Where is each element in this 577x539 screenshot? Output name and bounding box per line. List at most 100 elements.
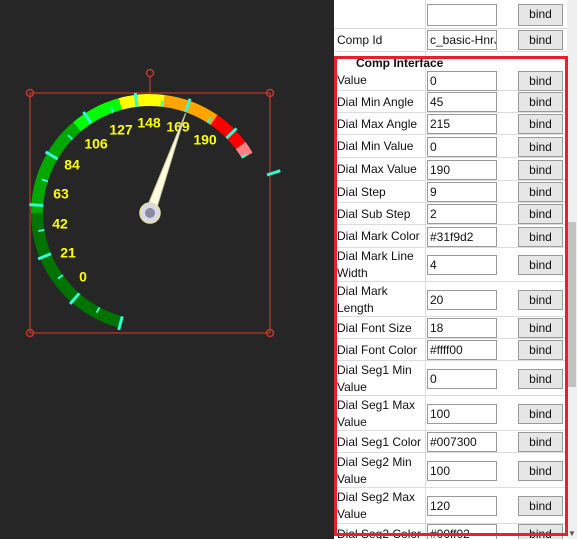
- property-label: Dial Min Angle: [337, 94, 414, 109]
- property-value-field[interactable]: 20: [427, 290, 497, 310]
- property-value-field[interactable]: 215: [427, 114, 497, 134]
- bind-button[interactable]: bind: [518, 92, 563, 112]
- property-row: Dial Font Size 18 bind: [334, 317, 577, 339]
- bind-button[interactable]: bind: [518, 204, 563, 224]
- property-row: Dial Mark Line Width 4 bind: [334, 248, 577, 282]
- gauge-tick-mark: [133, 92, 139, 107]
- property-label: Comp Id: [337, 33, 383, 47]
- property-label: Value: [337, 73, 367, 87]
- bind-button[interactable]: bind: [518, 340, 563, 360]
- property-value-field[interactable]: 2: [427, 204, 497, 224]
- gauge-tick-mark: [266, 169, 281, 177]
- bind-button[interactable]: bind: [518, 432, 563, 452]
- property-row: Dial Sub Step 2 bind: [334, 203, 577, 225]
- property-row: Dial Seg2 Min Value 100 bind: [334, 453, 577, 488]
- gauge-segment: [210, 115, 246, 150]
- bind-button[interactable]: bind: [518, 524, 563, 539]
- property-row-top: bind: [334, 0, 577, 29]
- property-label: Dial Font Size: [337, 320, 412, 335]
- dial-gauge[interactable]: 021426384106127 148 169190: [0, 0, 334, 539]
- property-label: Dial Seg1 Min Value: [337, 362, 412, 394]
- gauge-tick-mark: [29, 203, 44, 207]
- gauge-tick-label: 106: [84, 136, 108, 152]
- property-value-field[interactable]: 18: [427, 318, 497, 338]
- property-value-field[interactable]: 100: [427, 461, 497, 481]
- needle-hub-center: [145, 208, 155, 218]
- property-row: Dial Min Value 0 bind: [334, 135, 577, 158]
- scroll-down-arrow-icon[interactable]: ▼: [567, 528, 577, 539]
- gauge-tick-labels: 021426384106127 148 169190: [52, 115, 217, 285]
- property-label: Dial Step: [337, 184, 386, 199]
- gauge-tick-label: 63: [53, 186, 69, 202]
- bind-button[interactable]: bind: [518, 227, 563, 247]
- property-row: Dial Mark Length 20 bind: [334, 282, 577, 317]
- gauge-tick-label: 190: [193, 132, 217, 148]
- gauge-tick-label: 84: [64, 157, 80, 173]
- bind-button[interactable]: bind: [518, 369, 563, 389]
- property-label: Dial Sub Step: [337, 206, 411, 221]
- bind-button[interactable]: bind: [518, 290, 563, 310]
- gauge-subtick-mark: [160, 100, 164, 107]
- property-value-field[interactable]: 4: [427, 255, 497, 275]
- property-value-field[interactable]: 120: [427, 496, 497, 516]
- property-label: Dial Seg1 Max Value: [337, 397, 416, 429]
- bind-button[interactable]: bind: [518, 182, 563, 202]
- section-title: Comp Interface: [356, 56, 444, 70]
- gauge-segment: [118, 94, 165, 110]
- bind-button[interactable]: bind: [518, 461, 563, 481]
- property-value-field[interactable]: #00ff02: [427, 524, 497, 539]
- property-row: Dial Font Color #ffff00 bind: [334, 339, 577, 361]
- properties-panel: bind Comp Id c_basic-HnrJxAl bind Comp I…: [334, 0, 577, 539]
- property-label: Dial Max Angle: [337, 116, 418, 131]
- property-value-field[interactable]: #31f9d2: [427, 227, 497, 247]
- gauge-tick-label: 127: [109, 122, 133, 138]
- property-value-field[interactable]: #007300: [427, 432, 497, 452]
- property-value-field[interactable]: #ffff00: [427, 340, 497, 360]
- gauge-segment: [31, 213, 123, 328]
- property-value-field[interactable]: 0: [427, 369, 497, 389]
- property-value-field[interactable]: 9: [427, 182, 497, 202]
- property-label: Dial Max Value: [337, 162, 417, 176]
- property-row: Dial Seg1 Min Value 0 bind: [334, 361, 577, 396]
- property-row: Dial Seg2 Color #00ff02 bind: [334, 524, 577, 539]
- property-value-field[interactable]: 45: [427, 92, 497, 112]
- property-row: Dial Max Value 190 bind: [334, 158, 577, 181]
- property-value-field[interactable]: 0: [427, 137, 497, 157]
- bind-button[interactable]: bind: [518, 137, 563, 157]
- property-row: Value 0 bind: [334, 70, 577, 91]
- property-value-field[interactable]: 0: [427, 71, 497, 91]
- property-row: Dial Seg1 Max Value 100 bind: [334, 396, 577, 431]
- property-value-field[interactable]: 190: [427, 160, 497, 180]
- property-value-field[interactable]: 100: [427, 404, 497, 424]
- scrollbar-thumb[interactable]: [568, 222, 576, 387]
- gauge-tick-label: 0: [79, 269, 87, 285]
- property-row: Dial Seg1 Color #007300 bind: [334, 431, 577, 453]
- gauge-tick-label: 148: [137, 115, 161, 131]
- property-label: Dial Font Color: [337, 342, 418, 357]
- property-label: Dial Seg1 Color: [337, 434, 422, 449]
- property-label: Dial Min Value: [337, 139, 414, 153]
- property-label: Dial Seg2 Color: [337, 526, 422, 539]
- bind-button[interactable]: bind: [518, 318, 563, 338]
- gauge-tick-label: 21: [60, 245, 76, 261]
- bind-button[interactable]: bind: [518, 114, 563, 134]
- property-label: Dial Seg2 Min Value: [337, 454, 412, 486]
- resize-handle: [145, 68, 155, 78]
- bind-button[interactable]: bind: [518, 4, 563, 26]
- bind-button[interactable]: bind: [518, 496, 563, 516]
- bind-button[interactable]: bind: [518, 255, 563, 275]
- bind-button[interactable]: bind: [518, 404, 563, 424]
- top-row-field[interactable]: [427, 4, 497, 26]
- design-canvas[interactable]: 0 21 42 63 84 106 127 148 169 190: [0, 0, 334, 539]
- property-label: Dial Mark Length: [337, 283, 388, 315]
- property-row: Dial Seg2 Max Value 120 bind: [334, 488, 577, 524]
- property-row: Dial Mark Color #31f9d2 bind: [334, 225, 577, 248]
- property-row-comp-id: Comp Id c_basic-HnrJxAl bind: [334, 29, 577, 52]
- property-row: Dial Min Angle 45 bind: [334, 91, 577, 113]
- comp-id-field[interactable]: c_basic-HnrJxAl: [427, 30, 497, 50]
- bind-button[interactable]: bind: [518, 30, 563, 50]
- bind-button[interactable]: bind: [518, 160, 563, 180]
- gauge-subtick-mark: [38, 229, 45, 232]
- gauge-tick-label: 42: [52, 216, 68, 232]
- bind-button[interactable]: bind: [518, 71, 563, 91]
